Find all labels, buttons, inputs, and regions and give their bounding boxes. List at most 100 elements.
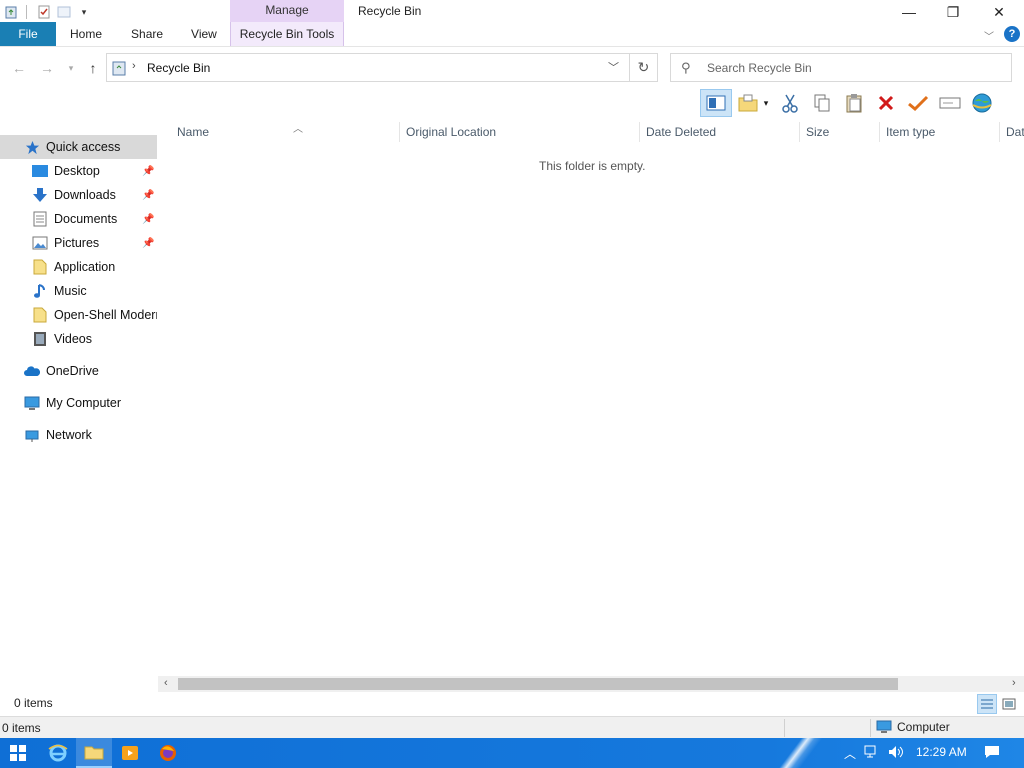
sidebar-item-label: My Computer	[46, 396, 122, 410]
tab-home[interactable]: Home	[56, 22, 117, 46]
pin-icon[interactable]: 📌	[142, 238, 154, 249]
music-icon	[32, 283, 48, 299]
rename-button[interactable]	[934, 89, 966, 117]
large-icons-view-button[interactable]	[999, 694, 1019, 714]
sidebar-item-label: Pictures	[54, 236, 100, 250]
copy-button[interactable]	[806, 89, 838, 117]
up-arrow-icon[interactable]: ↑	[84, 59, 102, 77]
taskbar: ︿ 12:29 AM	[0, 738, 1024, 768]
file-list[interactable]: ︿ Name Original Location Date Deleted Si…	[158, 118, 1024, 692]
sidebar-item-label: Videos	[54, 332, 92, 346]
minimize-button[interactable]: —	[886, 0, 932, 24]
show-hidden-icons-icon[interactable]: ︿	[844, 745, 856, 762]
column-header-size[interactable]: Size	[800, 122, 880, 142]
computer-icon	[876, 720, 892, 734]
network-tray-icon[interactable]	[864, 745, 880, 762]
location-indicator: Computer	[876, 720, 950, 734]
download-icon	[32, 187, 48, 203]
new-folder-button[interactable]: ▾	[732, 89, 774, 117]
column-header-item-type[interactable]: Item type	[880, 122, 1000, 142]
scroll-left-icon[interactable]: ‹	[164, 677, 168, 689]
delete-button[interactable]	[870, 89, 902, 117]
firefox-icon[interactable]	[150, 738, 186, 768]
cloud-icon	[24, 363, 40, 379]
sidebar-item-label: Music	[54, 284, 87, 298]
sidebar-item-documents[interactable]: Documents 📌	[0, 207, 157, 231]
sidebar-item-desktop[interactable]: Desktop 📌	[0, 159, 157, 183]
sidebar-item-videos[interactable]: Videos	[0, 327, 157, 351]
sidebar-item-application[interactable]: Application	[0, 255, 157, 279]
column-header-date-deleted[interactable]: Date Deleted	[640, 122, 800, 142]
sidebar-item-open-shell-modern[interactable]: Open-Shell Modern	[0, 303, 157, 327]
item-count: 0 items	[14, 696, 53, 710]
search-input[interactable]	[707, 58, 997, 78]
sidebar-item-music[interactable]: Music	[0, 279, 157, 303]
sidebar-item-label: Open-Shell Modern	[54, 308, 157, 322]
sidebar-item-onedrive[interactable]: OneDrive	[0, 359, 157, 383]
new-folder-dropdown-icon[interactable]: ▾	[764, 98, 769, 109]
scroll-right-icon[interactable]: ›	[1012, 677, 1016, 689]
computer-icon	[24, 395, 40, 411]
pin-icon[interactable]: 📌	[142, 190, 154, 201]
address-bar[interactable]: › Recycle Bin ﹀	[106, 53, 630, 82]
pin-icon[interactable]: 📌	[142, 214, 154, 225]
search-box[interactable]: ⚲	[670, 53, 1012, 82]
expand-ribbon-icon[interactable]: ﹀	[984, 28, 994, 43]
new-folder-icon[interactable]	[55, 3, 73, 21]
taskbar-clock[interactable]: 12:29 AM	[916, 745, 967, 759]
horizontal-scrollbar[interactable]: ‹ ›	[158, 676, 1024, 692]
sidebar-item-network[interactable]: Network	[0, 423, 157, 447]
refresh-button[interactable]: ↻	[630, 53, 658, 82]
action-center-icon[interactable]	[984, 745, 1000, 762]
forward-arrow-icon[interactable]: →	[38, 59, 56, 77]
tab-recycle-bin-tools[interactable]: Recycle Bin Tools	[230, 22, 344, 46]
address-dropdown-icon[interactable]: ﹀	[608, 59, 619, 75]
breadcrumb-chevron-icon[interactable]: ›	[132, 60, 136, 72]
sidebar-item-downloads[interactable]: Downloads 📌	[0, 183, 157, 207]
sort-ascending-icon: ︿	[293, 124, 303, 135]
sidebar-item-quick-access[interactable]: Quick access	[0, 135, 157, 159]
recent-locations-icon[interactable]: ▾	[62, 59, 80, 77]
file-explorer-taskbar-icon[interactable]	[76, 738, 112, 768]
qat-dropdown-icon[interactable]: ▾	[75, 3, 93, 21]
videos-icon	[32, 331, 48, 347]
volume-icon[interactable]	[888, 745, 904, 762]
breadcrumb-recycle-bin[interactable]: Recycle Bin	[147, 61, 210, 75]
wallpaper-streak	[736, 738, 854, 768]
start-button[interactable]	[0, 738, 36, 768]
cut-button[interactable]	[774, 89, 806, 117]
sidebar-item-my-computer[interactable]: My Computer	[0, 391, 157, 415]
preview-pane-button[interactable]	[700, 89, 732, 117]
column-header-original-location[interactable]: Original Location	[400, 122, 640, 142]
classic-status-bar: 0 items Computer	[0, 716, 1024, 738]
folder-icon	[32, 259, 48, 275]
search-icon: ⚲	[681, 60, 691, 75]
pin-icon[interactable]: 📌	[142, 166, 154, 177]
column-header-name[interactable]: ︿ Name	[171, 122, 400, 142]
maximize-button[interactable]: ❐	[930, 0, 976, 24]
sidebar-item-pictures[interactable]: Pictures 📌	[0, 231, 157, 255]
internet-globe-button[interactable]	[966, 89, 998, 117]
help-icon[interactable]: ?	[1004, 26, 1020, 42]
back-arrow-icon[interactable]: ←	[10, 59, 28, 77]
recycle-bin-app-icon[interactable]	[2, 3, 20, 21]
navigation-pane: Quick access Desktop 📌 Downloads 📌 Docum…	[0, 118, 157, 692]
tab-file[interactable]: File	[0, 22, 56, 46]
internet-explorer-icon[interactable]	[40, 738, 76, 768]
navigation-bar: ← → ▾ ↑ › Recycle Bin ﹀ ↻ ⚲	[0, 46, 1024, 88]
media-player-icon[interactable]	[112, 738, 148, 768]
scrollbar-thumb[interactable]	[178, 678, 898, 690]
tab-view[interactable]: View	[177, 22, 231, 46]
command-toolbar: ▾	[700, 88, 998, 118]
properties-icon[interactable]	[35, 3, 53, 21]
details-view-button[interactable]	[977, 694, 997, 714]
tab-share[interactable]: Share	[117, 22, 177, 46]
status-bar: 0 items	[0, 692, 1024, 716]
column-header-date[interactable]: Dat	[1000, 122, 1024, 142]
paste-button[interactable]	[838, 89, 870, 117]
desktop-icon	[32, 163, 48, 179]
restore-checkmark-button[interactable]	[902, 89, 934, 117]
manage-header: Manage	[230, 0, 344, 22]
separator	[26, 5, 27, 19]
close-button[interactable]: ✕	[976, 0, 1022, 24]
